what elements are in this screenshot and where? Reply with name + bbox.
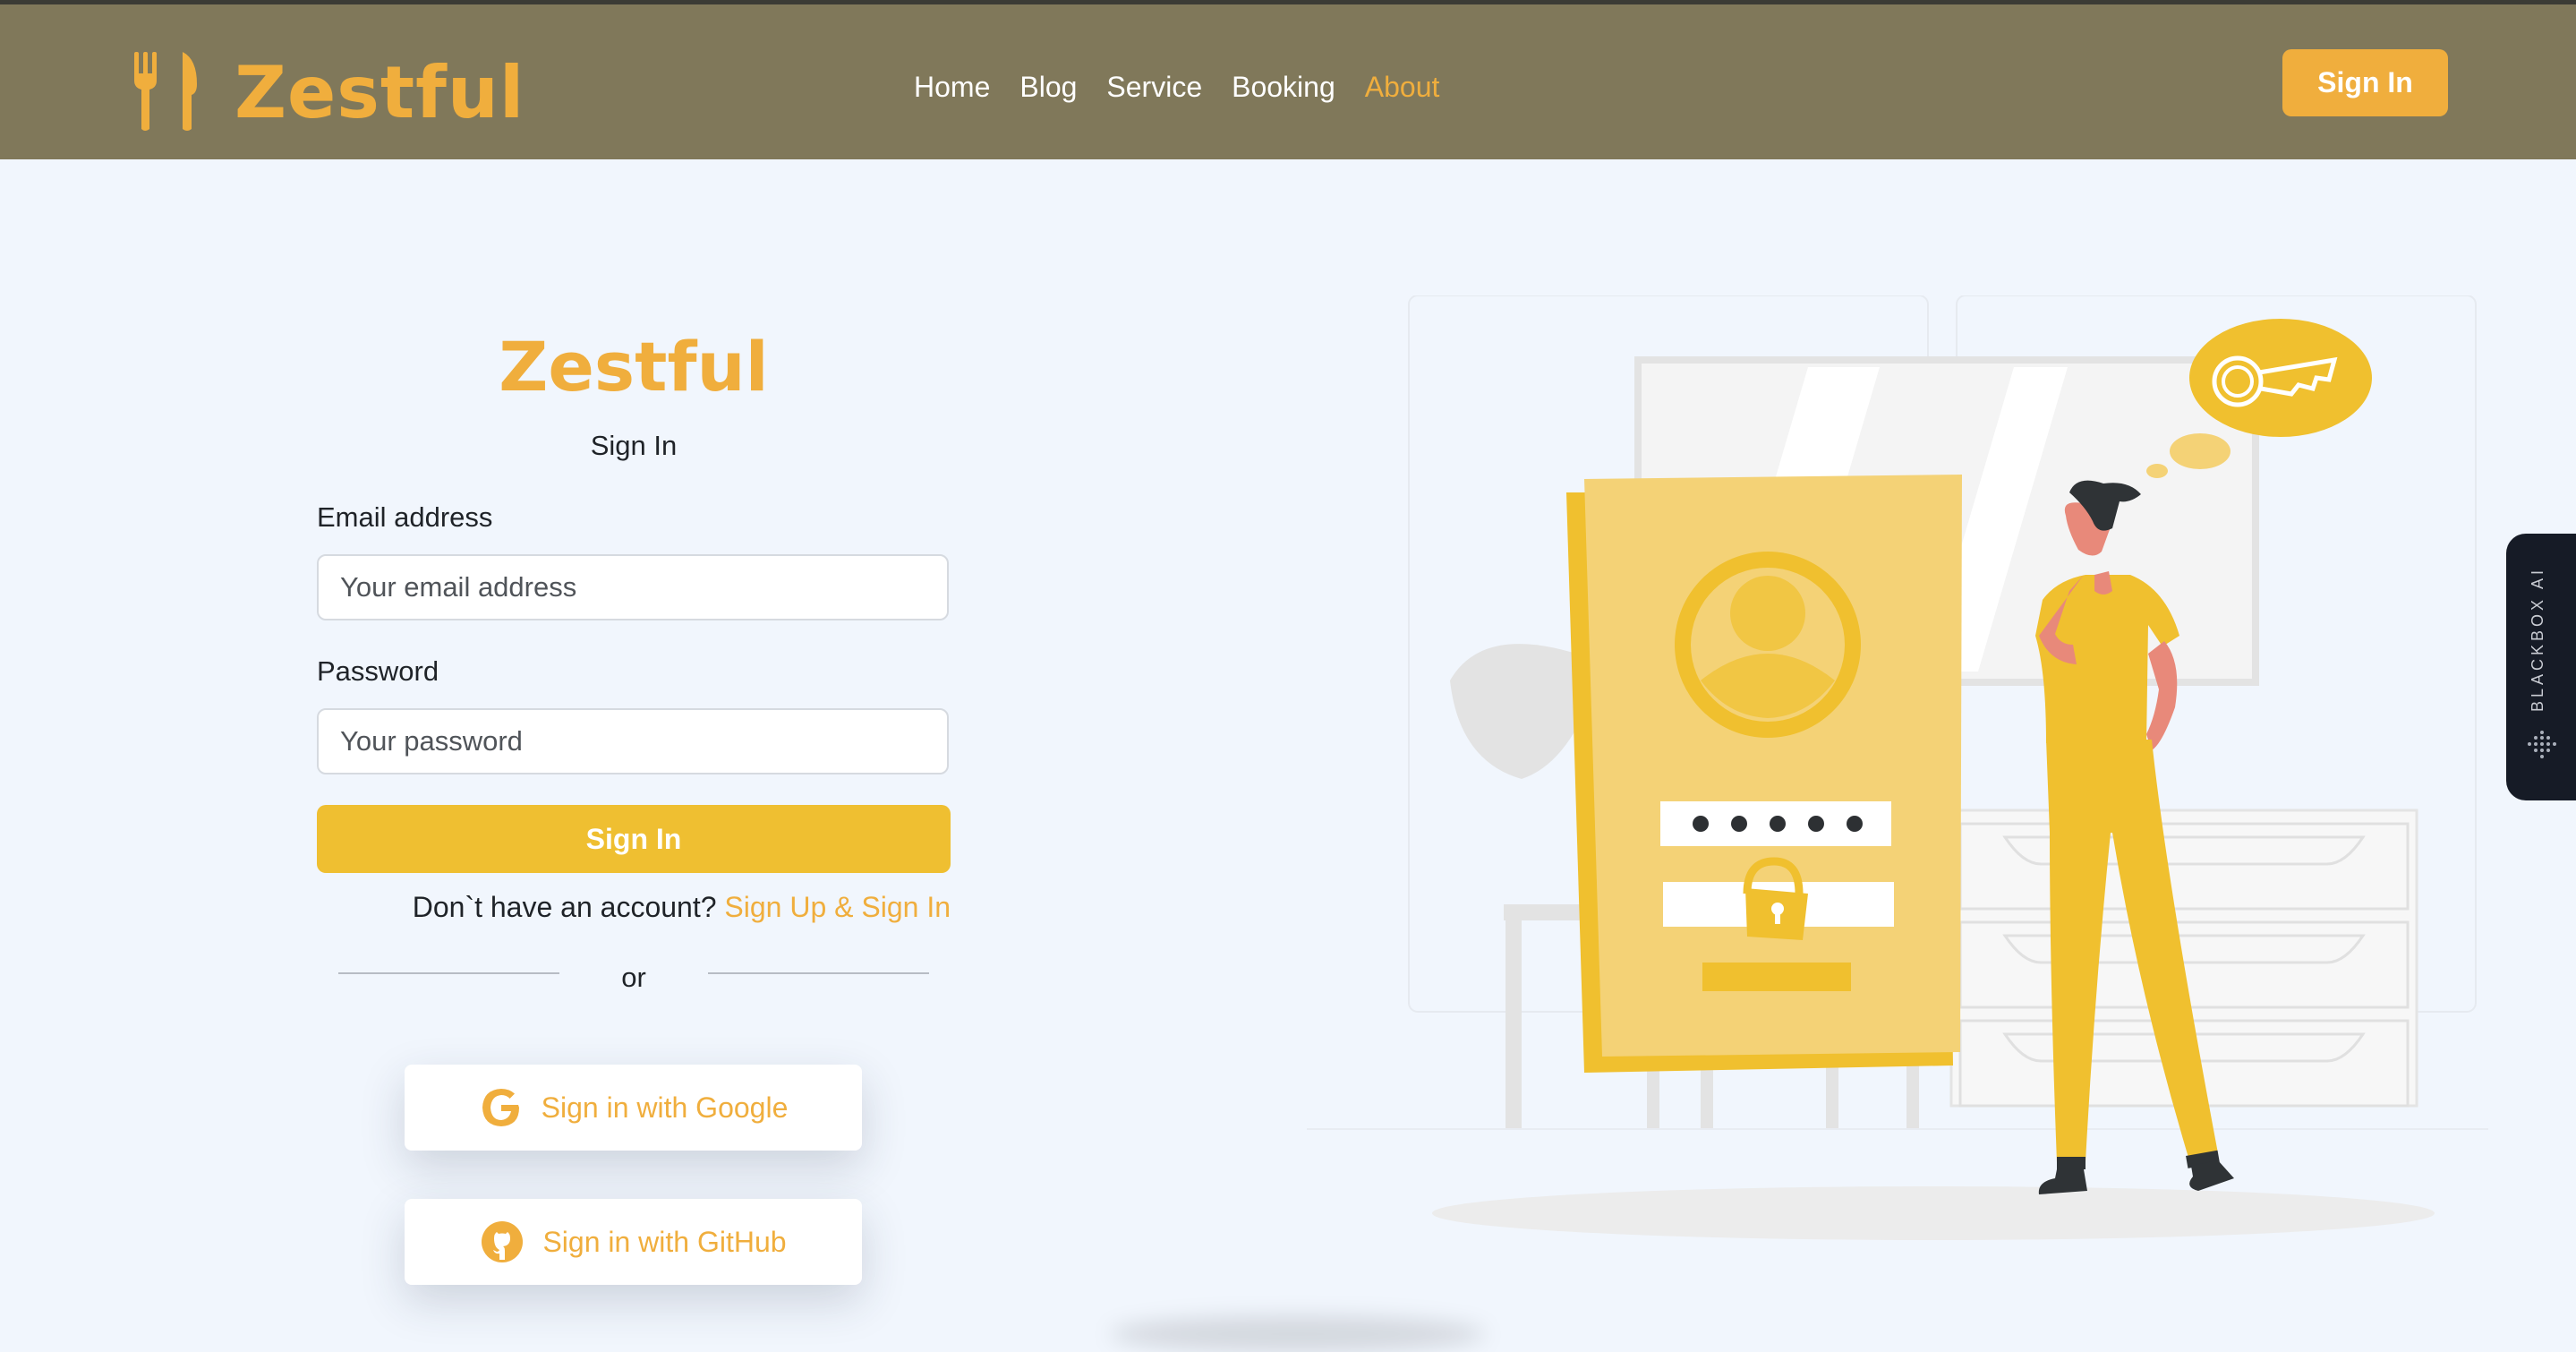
email-input[interactable] (317, 554, 949, 620)
github-icon (482, 1221, 524, 1262)
google-signin-label: Sign in with Google (541, 1091, 789, 1124)
google-signin-button[interactable]: Sign in with Google (405, 1065, 862, 1151)
github-signin-button[interactable]: Sign in with GitHub (405, 1199, 862, 1285)
main-menu: Home Blog Service Booking About (914, 62, 1439, 112)
form-subtitle: Sign In (590, 430, 678, 461)
password-input[interactable] (317, 708, 949, 774)
navbar: Zestful Home Blog Service Booking About … (0, 4, 2576, 159)
or-separator: or (621, 962, 646, 993)
nav-home[interactable]: Home (914, 62, 990, 112)
email-label: Email address (317, 501, 493, 533)
nav-service[interactable]: Service (1106, 62, 1202, 112)
nav-booking[interactable]: Booking (1232, 62, 1335, 112)
fork-knife-icon (134, 52, 197, 131)
form-title: Zestful (499, 327, 769, 406)
password-label: Password (317, 655, 439, 687)
github-signin-label: Sign in with GitHub (542, 1225, 787, 1258)
signin-submit-button[interactable]: Sign In (317, 805, 951, 873)
bottom-shadow (1110, 1316, 1486, 1352)
nav-about[interactable]: About (1365, 62, 1440, 112)
divider-right (708, 972, 929, 974)
no-account-text: Don`t have an account? (412, 891, 717, 923)
brand-logo[interactable]: Zestful (131, 47, 525, 137)
signup-prompt: Don`t have an account? Sign Up & Sign In (317, 891, 951, 924)
header-signin-button[interactable]: Sign In (2282, 49, 2448, 116)
google-icon (482, 1089, 519, 1126)
login-illustration (1307, 295, 2488, 1240)
nav-blog[interactable]: Blog (1019, 62, 1077, 112)
signup-link[interactable]: Sign Up & Sign In (724, 891, 951, 923)
blackbox-ai-label: BLACKBOX AI (2529, 566, 2546, 712)
divider-left (338, 972, 559, 974)
brand-name: Zestful (235, 50, 525, 134)
dots-grid-icon (2528, 731, 2556, 758)
